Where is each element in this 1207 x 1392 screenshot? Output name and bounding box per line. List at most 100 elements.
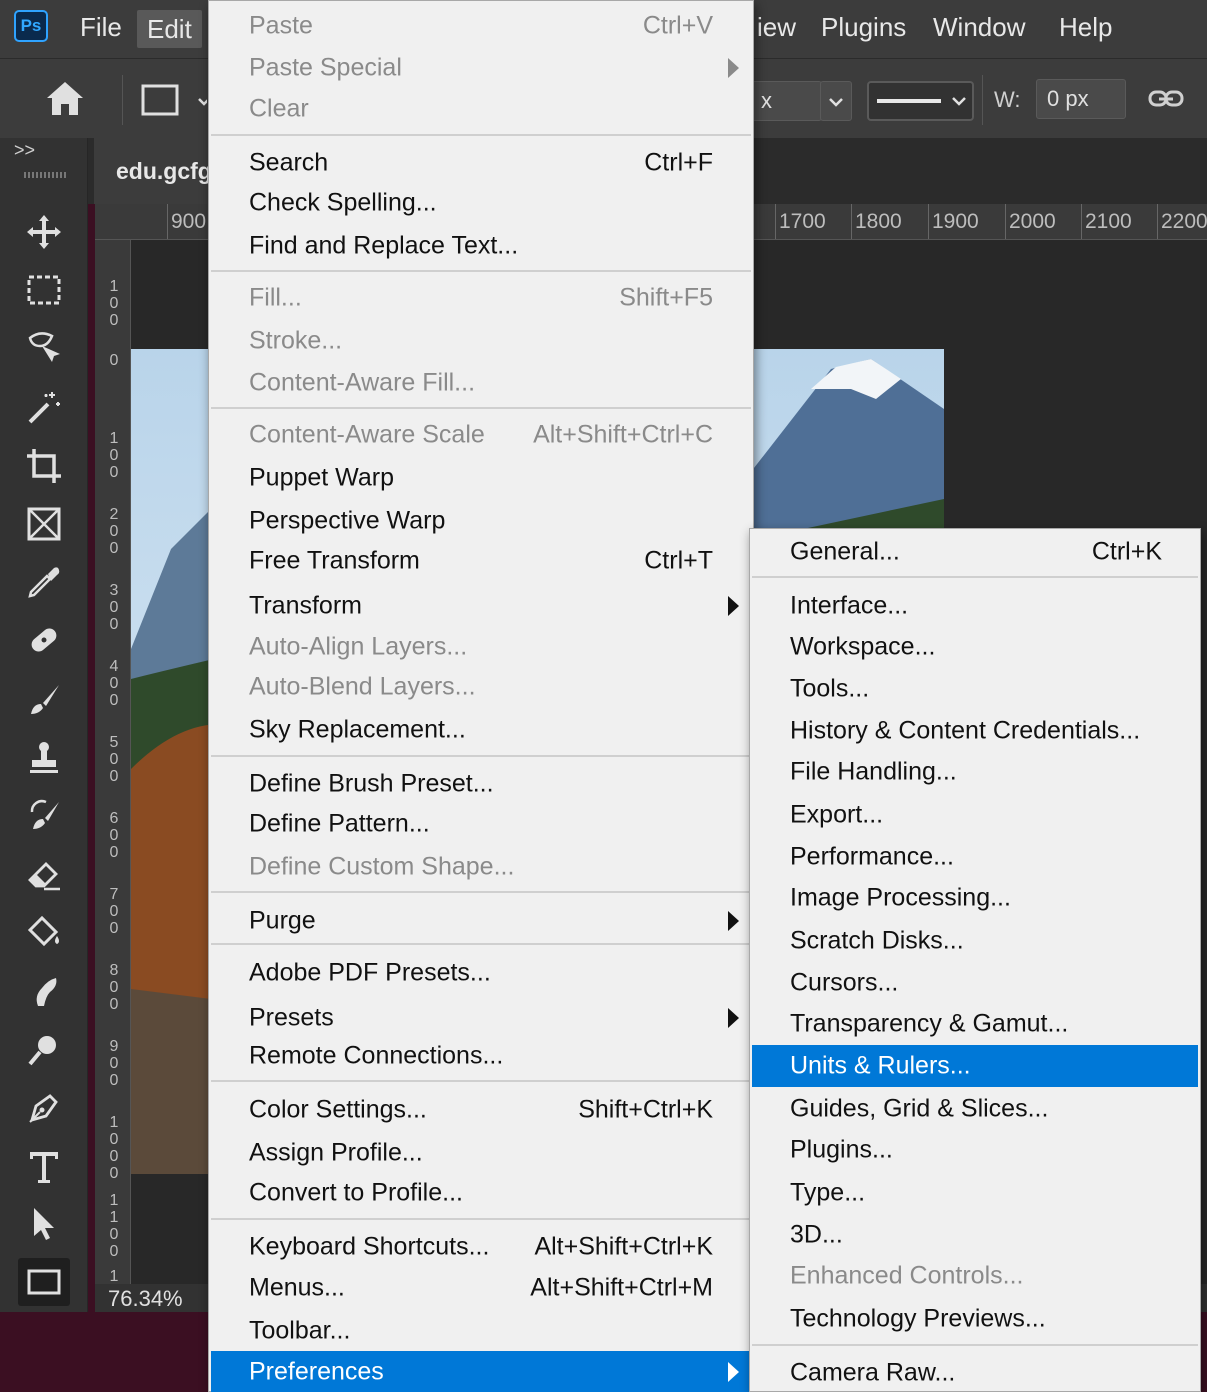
stroke-width-dropdown[interactable] [820,81,852,121]
zoom-level[interactable]: 76.34% [108,1286,183,1312]
menu-help[interactable]: Help [1059,12,1112,43]
path-selection-icon[interactable] [18,1200,70,1248]
menu-edit[interactable]: Edit [137,10,202,48]
menu-separator [211,1218,751,1220]
eyedropper-icon[interactable] [18,558,70,606]
pref-item-scratch-disks[interactable]: Scratch Disks... [750,921,1200,961]
menu-item-content-aware-scale[interactable]: Content-Aware Scale Alt+Shift+Ctrl+C [209,415,753,455]
pref-item-type[interactable]: Type... [750,1173,1200,1213]
menu-item-free-transform[interactable]: Free Transform Ctrl+T [209,541,753,581]
clone-stamp-icon[interactable] [18,734,70,782]
menu-item-remote-connections[interactable]: Remote Connections... [209,1036,753,1076]
home-icon[interactable] [44,79,86,124]
pref-item-image-processing[interactable]: Image Processing... [750,878,1200,918]
menu-item-sky-replacement[interactable]: Sky Replacement... [209,710,753,750]
menu-item-find-replace[interactable]: Find and Replace Text... [209,226,753,266]
rectangular-marquee-icon[interactable] [18,266,70,314]
menu-item-define-brush[interactable]: Define Brush Preset... [209,764,753,804]
menu-item-auto-align-layers[interactable]: Auto-Align Layers... [209,627,753,667]
spot-healing-icon[interactable] [18,616,70,664]
photoshop-logo: Ps [14,10,48,42]
pref-item-3d[interactable]: 3D... [750,1215,1200,1255]
menu-item-puppet-warp[interactable]: Puppet Warp [209,458,753,498]
pref-item-guides-grid-slices[interactable]: Guides, Grid & Slices... [750,1089,1200,1129]
frame-icon[interactable] [18,500,70,548]
type-icon[interactable] [18,1142,70,1190]
vertical-ruler[interactable]: 100 0 100 200 300 400 500 600 700 800 90… [95,240,131,1312]
menu-window[interactable]: Window [933,12,1025,43]
menu-item-color-settings[interactable]: Color Settings... Shift+Ctrl+K [209,1090,753,1130]
menu-item-presets[interactable]: Presets [209,998,753,1038]
menu-item-clear[interactable]: Clear [209,89,753,129]
menu-item-stroke[interactable]: Stroke... [209,321,753,361]
object-selection-icon[interactable] [18,324,70,372]
menu-item-content-aware-fill[interactable]: Content-Aware Fill... [209,363,753,403]
link-icon[interactable] [1148,85,1184,118]
rectangle-shape-icon[interactable] [141,83,210,124]
menu-item-auto-blend-layers[interactable]: Auto-Blend Layers... [209,667,753,707]
menu-item-assign-profile[interactable]: Assign Profile... [209,1133,753,1173]
pref-item-export[interactable]: Export... [750,795,1200,835]
line-style-preview [877,99,941,103]
menu-item-perspective-warp[interactable]: Perspective Warp [209,501,753,541]
menu-file[interactable]: File [80,12,122,43]
pref-item-cursors[interactable]: Cursors... [750,963,1200,1003]
menu-plugins[interactable]: Plugins [821,12,906,43]
pref-item-transparency-gamut[interactable]: Transparency & Gamut... [750,1004,1200,1044]
width-label: W: [994,87,1021,112]
ruler-label: 500 [109,734,119,785]
menu-item-purge[interactable]: Purge [209,901,753,941]
menu-item-keyboard-shortcuts[interactable]: Keyboard Shortcuts... Alt+Shift+Ctrl+K [209,1227,753,1267]
menu-item-adobe-pdf-presets[interactable]: Adobe PDF Presets... [209,953,753,993]
pref-item-technology-previews[interactable]: Technology Previews... [750,1299,1200,1339]
eraser-icon[interactable] [18,850,70,898]
pref-item-general[interactable]: General... Ctrl+K [750,532,1200,572]
menu-item-search[interactable]: Search Ctrl+F [209,143,753,183]
submenu-arrow-icon [728,1362,739,1382]
pref-item-file-handling[interactable]: File Handling... [750,752,1200,792]
move-tool-icon[interactable] [18,208,70,256]
paint-bucket-icon[interactable] [18,908,70,956]
menu-item-fill[interactable]: Fill... Shift+F5 [209,278,753,318]
pref-item-tools[interactable]: Tools... [750,669,1200,709]
stroke-width-field[interactable]: x [750,81,822,121]
brush-icon[interactable] [18,676,70,724]
ruler-label: 100 [109,278,119,329]
menu-view[interactable]: iew [757,12,797,43]
ruler-label: 1900 [932,210,979,233]
stroke-type-dropdown[interactable] [867,81,974,121]
width-field[interactable]: 0 px [1036,79,1126,119]
rectangle-tool-icon[interactable] [18,1258,70,1306]
expand-panels-icon[interactable]: >> [14,140,35,161]
menu-item-convert-profile[interactable]: Convert to Profile... [209,1173,753,1213]
crop-icon[interactable] [18,442,70,490]
menu-item-transform[interactable]: Transform [209,586,753,626]
menu-item-toolbar[interactable]: Toolbar... [209,1311,753,1351]
pref-item-enhanced-controls[interactable]: Enhanced Controls... [750,1256,1200,1296]
pen-icon[interactable] [18,1084,70,1132]
dodge-icon[interactable] [18,1026,70,1074]
menu-item-define-custom-shape[interactable]: Define Custom Shape... [209,847,753,887]
history-brush-icon[interactable] [18,792,70,840]
pref-item-history[interactable]: History & Content Credentials... [750,711,1200,751]
pref-item-workspace[interactable]: Workspace... [750,627,1200,667]
pref-item-plugins[interactable]: Plugins... [750,1130,1200,1170]
pref-item-interface[interactable]: Interface... [750,586,1200,626]
panel-grip[interactable] [24,172,66,178]
menu-item-paste[interactable]: Paste Ctrl+V [209,6,753,46]
ruler-label: 1700 [779,210,826,233]
ruler-label: 2200 [1161,210,1207,233]
pref-item-performance[interactable]: Performance... [750,837,1200,877]
pref-item-units-rulers[interactable]: Units & Rulers... [752,1045,1198,1087]
menu-item-define-pattern[interactable]: Define Pattern... [209,804,753,844]
menu-item-check-spelling[interactable]: Check Spelling... [209,183,753,223]
pref-item-camera-raw[interactable]: Camera Raw... [750,1353,1200,1392]
tools-panel: >> [0,138,88,1312]
menu-item-paste-special[interactable]: Paste Special [209,48,753,88]
smudge-icon[interactable] [18,968,70,1016]
menu-item-menus[interactable]: Menus... Alt+Shift+Ctrl+M [209,1268,753,1308]
magic-wand-icon[interactable] [18,384,70,432]
ruler-tick [775,204,776,239]
ruler-label: 1800 [855,210,902,233]
menu-item-preferences[interactable]: Preferences [211,1351,751,1392]
